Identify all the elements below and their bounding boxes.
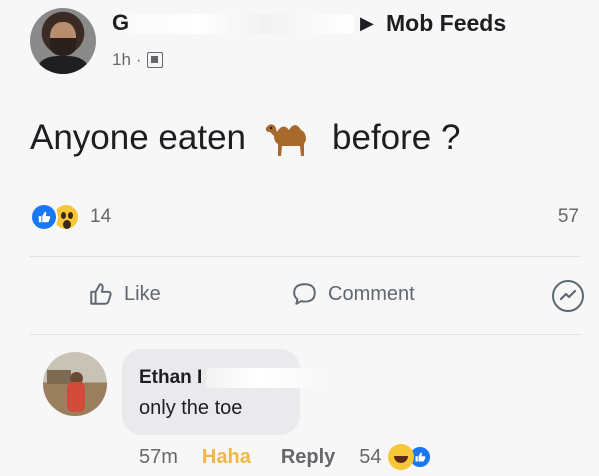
thumbs-up-icon	[38, 211, 51, 223]
post-text-after: before ?	[332, 118, 461, 157]
comment-label: Comment	[328, 282, 415, 305]
comment-author-redaction	[206, 368, 337, 388]
comment-author-text: Ethan I	[139, 367, 203, 388]
post-time[interactable]: 1h	[112, 50, 131, 70]
comment-reaction-count[interactable]: 54	[359, 446, 381, 469]
group-name[interactable]: Mob Feeds	[386, 10, 506, 37]
reaction-summary[interactable]: 14	[30, 203, 111, 231]
haha-reaction-icon	[387, 444, 414, 470]
author-name[interactable]: G	[112, 10, 355, 36]
facebook-post: G ▶ Mob Feeds 1h · Anyone eaten before ?…	[0, 0, 599, 476]
meta-separator: ·	[135, 50, 142, 69]
author-avatar[interactable]	[30, 8, 96, 74]
comment-haha-reaction[interactable]: Haha	[202, 446, 251, 469]
camel-emoji-icon	[265, 124, 307, 156]
comment-time[interactable]: 57m	[139, 446, 178, 469]
comment-button[interactable]: Comment	[292, 281, 415, 307]
author-name-text: G	[112, 10, 130, 35]
divider	[30, 256, 581, 257]
group-privacy-icon	[146, 52, 163, 68]
post-meta: 1h ·	[112, 50, 163, 70]
like-label: Like	[124, 282, 161, 305]
messenger-icon	[559, 289, 577, 301]
comment-author[interactable]: Ethan I	[139, 367, 337, 389]
post-text-before: Anyone eaten	[30, 118, 247, 157]
thumbs-up-icon	[415, 452, 425, 462]
author-name-redaction	[129, 14, 355, 35]
commenter-avatar[interactable]	[43, 352, 107, 416]
comment-bubble	[122, 349, 300, 435]
messenger-share-button[interactable]	[552, 280, 584, 312]
post-text: Anyone eaten before ?	[30, 118, 460, 158]
like-button[interactable]: Like	[88, 281, 161, 307]
comment-meta: 57m Haha Reply 54	[139, 444, 432, 470]
thumbs-up-icon	[90, 283, 112, 305]
shared-to-arrow-icon: ▶	[360, 13, 374, 33]
comment-text: only the toe	[139, 397, 243, 419]
reaction-count: 14	[90, 206, 112, 227]
like-reaction-icon	[30, 203, 58, 231]
comment-reply-button[interactable]: Reply	[281, 446, 335, 469]
divider	[30, 334, 581, 335]
speech-bubble-icon	[293, 283, 316, 305]
comment-count[interactable]: 57	[558, 206, 579, 228]
